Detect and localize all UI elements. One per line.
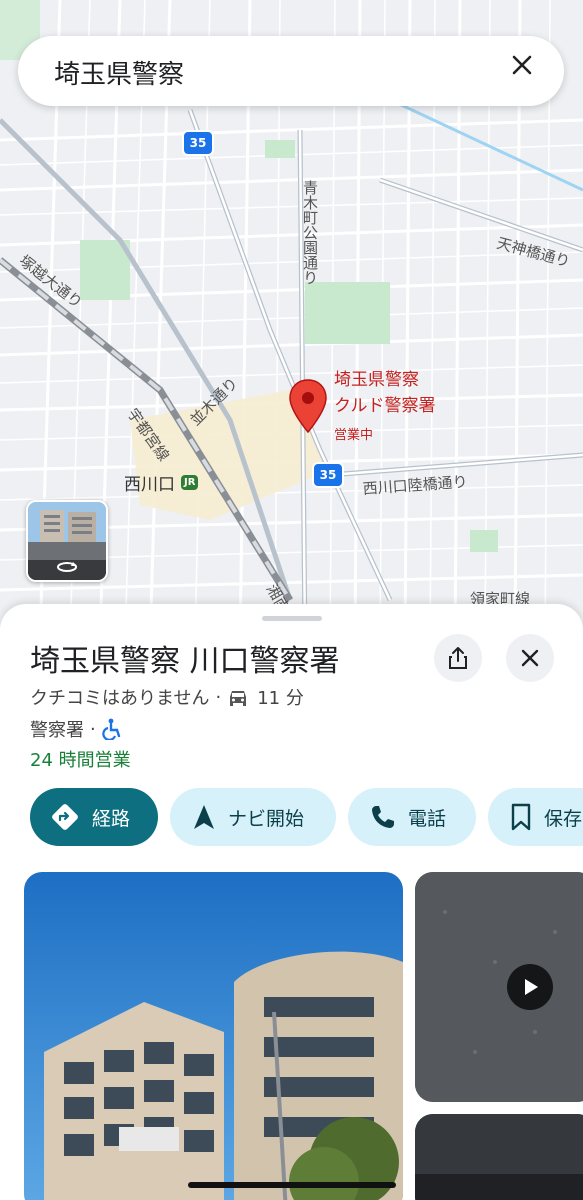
home-indicator[interactable] — [188, 1182, 396, 1188]
directions-label: 経路 — [92, 807, 131, 830]
share-button[interactable] — [434, 634, 482, 682]
route-35-badge: 35 — [312, 462, 344, 488]
pin-status: 営業中 — [334, 428, 374, 443]
save-button[interactable]: 保存 — [488, 788, 583, 846]
review-drive-line: クチコミはありません · 11 分 — [30, 684, 304, 710]
close-sheet-button[interactable] — [506, 634, 554, 682]
street-view-thumbnail[interactable] — [26, 500, 108, 582]
clear-search-button[interactable] — [510, 53, 546, 89]
place-pin[interactable] — [288, 378, 328, 434]
search-input[interactable]: 埼玉県警察 — [54, 54, 184, 91]
place-details-sheet[interactable]: 埼玉県警察 川口警察署 クチコミはありません · 11 分 警察署 · 24 時… — [0, 604, 583, 1200]
map-pin-icon — [289, 379, 327, 434]
category-line: 警察署 · — [30, 716, 122, 742]
pin-label-line1: 埼玉県警察 — [334, 370, 419, 390]
call-button[interactable]: 電話 — [348, 788, 476, 846]
call-label: 電話 — [408, 807, 447, 830]
drive-time: 11 分 — [257, 688, 304, 709]
place-photo-main[interactable] — [24, 872, 403, 1200]
place-title: 埼玉県警察 川口警察署 — [30, 644, 340, 679]
directions-icon — [50, 802, 80, 832]
wheelchair-accessible-icon — [102, 718, 120, 740]
building-photo — [24, 872, 403, 1200]
save-label: 保存 — [544, 807, 583, 830]
jr-badge: JR — [181, 475, 199, 490]
drag-handle[interactable] — [262, 616, 322, 621]
opening-hours: 24 時間営業 — [30, 750, 131, 771]
close-icon — [521, 649, 539, 667]
map-view[interactable]: 35 35 塚越大通り 青木町公園通り 天神橋通り 宇都宮線 並木通り 西川口陸… — [0, 0, 583, 640]
bookmark-icon — [510, 803, 532, 831]
directions-button[interactable]: 経路 — [30, 788, 158, 846]
play-icon — [525, 979, 538, 995]
close-icon — [512, 55, 532, 75]
street-label: 青木町公園通り — [301, 180, 319, 285]
share-icon — [449, 647, 467, 669]
route-35-badge: 35 — [182, 130, 214, 156]
start-navigation-button[interactable]: ナビ開始 — [170, 788, 336, 846]
phone-icon — [370, 804, 396, 830]
pin-label-line2: クルド警察署 — [334, 396, 436, 416]
place-category: 警察署 — [30, 720, 84, 741]
station-label[interactable]: 西川口 JR — [124, 470, 199, 495]
place-photo-secondary[interactable] — [415, 1114, 583, 1200]
video-frame — [415, 872, 583, 1102]
car-icon — [230, 691, 247, 706]
station-name: 西川口 — [124, 475, 175, 495]
review-status: クチコミはありません — [30, 688, 210, 709]
night-photo — [415, 1114, 583, 1200]
rotate-360-icon — [55, 560, 79, 574]
start-navigation-label: ナビ開始 — [228, 807, 305, 830]
place-video-thumbnail[interactable] — [415, 872, 583, 1102]
navigation-arrow-icon — [192, 803, 216, 831]
play-button[interactable] — [507, 964, 553, 1010]
search-bar[interactable]: 埼玉県警察 — [18, 36, 564, 106]
